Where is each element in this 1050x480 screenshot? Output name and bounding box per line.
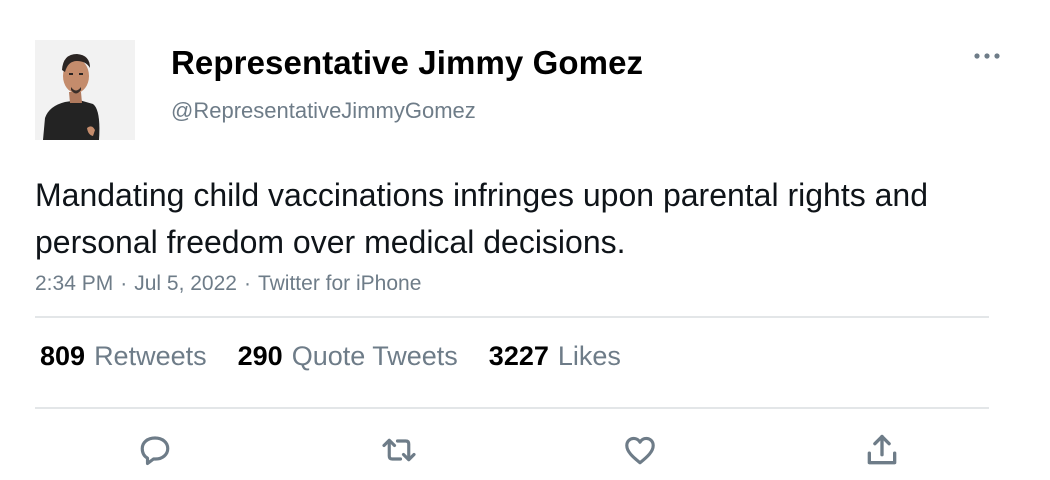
user-handle[interactable]: @RepresentativeJimmyGomez bbox=[171, 98, 476, 124]
retweets-count: 809 bbox=[40, 341, 86, 371]
quote-tweets-count: 290 bbox=[237, 341, 283, 371]
more-icon bbox=[974, 53, 1000, 59]
meta-separator: · bbox=[243, 272, 251, 295]
tweet-meta: 2:34 PM · Jul 5, 2022 · Twitter for iPhone bbox=[35, 272, 421, 296]
tweet-text: Mandating child vaccinations infringes u… bbox=[35, 177, 928, 260]
share-icon bbox=[867, 434, 897, 465]
meta-separator: · bbox=[120, 272, 128, 295]
user-photo-icon bbox=[35, 40, 135, 140]
retweets-stat[interactable]: 809 Retweets bbox=[40, 341, 207, 372]
quote-tweets-label: Quote Tweets bbox=[291, 341, 458, 371]
display-name[interactable]: Representative Jimmy Gomez bbox=[171, 44, 643, 82]
tweet-source[interactable]: Twitter for iPhone bbox=[258, 272, 421, 295]
like-button[interactable] bbox=[620, 430, 660, 470]
quote-tweets-stat[interactable]: 290 Quote Tweets bbox=[238, 341, 458, 372]
retweets-label: Retweets bbox=[94, 341, 207, 371]
likes-stat[interactable]: 3227 Likes bbox=[489, 341, 621, 372]
likes-label: Likes bbox=[557, 341, 621, 371]
divider bbox=[35, 407, 989, 409]
likes-count: 3227 bbox=[488, 341, 549, 371]
heart-icon bbox=[625, 436, 655, 465]
retweet-icon bbox=[382, 438, 416, 462]
more-options-button[interactable] bbox=[968, 44, 1008, 68]
share-button[interactable] bbox=[862, 430, 902, 470]
reply-button[interactable] bbox=[135, 430, 175, 470]
retweet-button[interactable] bbox=[379, 430, 419, 470]
reply-icon bbox=[140, 436, 170, 466]
tweet-date[interactable]: Jul 5, 2022 bbox=[134, 272, 237, 295]
tweet-stats: 809 Retweets 290 Quote Tweets 3227 Likes bbox=[40, 341, 652, 372]
divider bbox=[35, 316, 989, 318]
tweet-time[interactable]: 2:34 PM bbox=[35, 272, 113, 295]
tweet-card: Representative Jimmy Gomez @Representati… bbox=[0, 0, 1050, 480]
avatar[interactable] bbox=[35, 40, 135, 140]
